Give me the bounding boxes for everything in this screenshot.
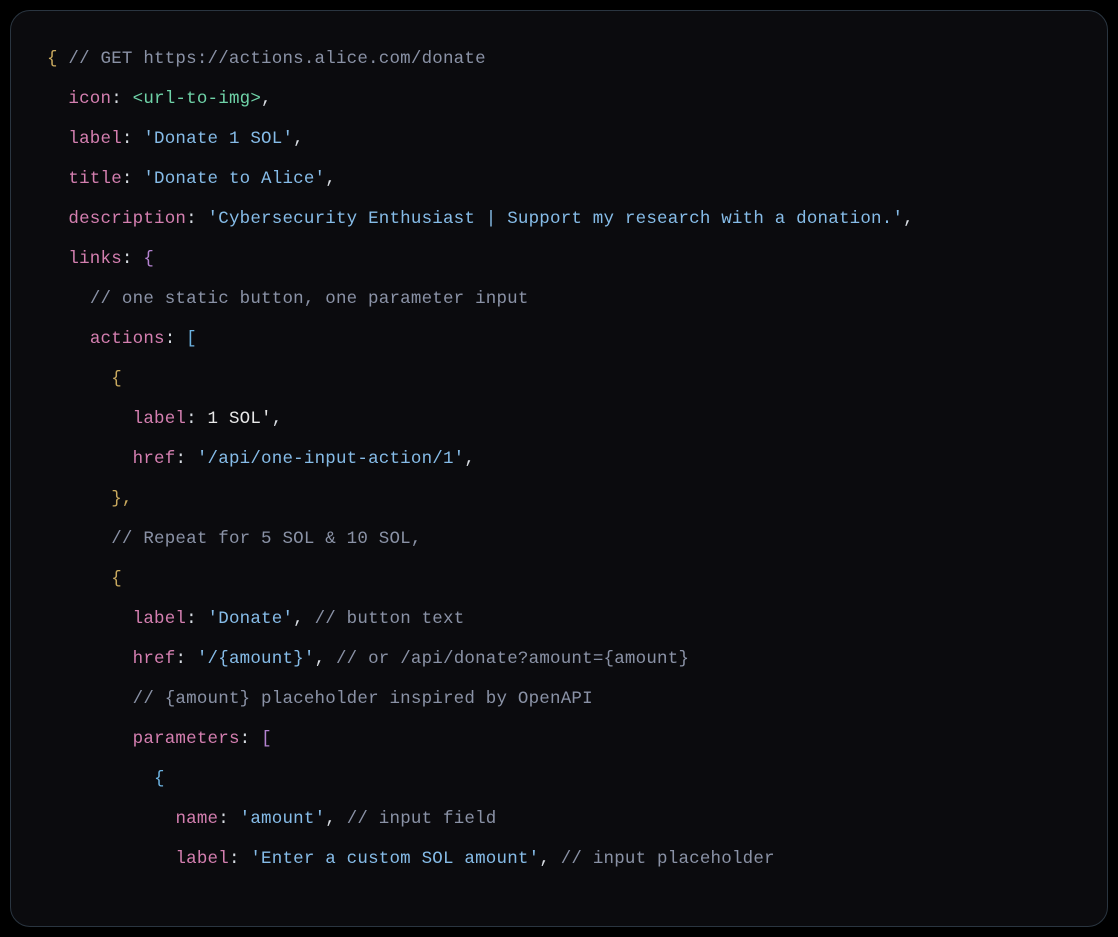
code-line-action1-open: { xyxy=(47,359,1071,399)
val-a2-label: 'Donate' xyxy=(208,609,294,629)
code-line-action1-href: href: '/api/one-input-action/1', xyxy=(47,439,1071,479)
val-a1-label: 1 SOL' xyxy=(208,409,272,429)
code-line-links-comment: // one static button, one parameter inpu… xyxy=(47,279,1071,319)
val-label: 'Donate 1 SOL' xyxy=(143,129,293,149)
action1-close-brace: }, xyxy=(111,489,132,509)
code-block: { // GET https://actions.alice.com/donat… xyxy=(10,10,1108,927)
key-a1-label: label xyxy=(133,409,187,429)
key-parameters: parameters xyxy=(133,729,240,749)
code-line-links: links: { xyxy=(47,239,1071,279)
val-icon: <url-to-img> xyxy=(133,89,261,109)
comment-static-button: // one static button, one parameter inpu… xyxy=(90,289,529,309)
comment-input-placeholder: // input placeholder xyxy=(561,849,775,869)
val-a1-href: '/api/one-input-action/1' xyxy=(197,449,465,469)
code-line-icon: icon: <url-to-img>, xyxy=(47,79,1071,119)
val-title: 'Donate to Alice' xyxy=(143,169,325,189)
key-p-label: label xyxy=(175,849,229,869)
key-title: title xyxy=(68,169,122,189)
key-a1-href: href xyxy=(133,449,176,469)
code-line-actions: actions: [ xyxy=(47,319,1071,359)
key-actions: actions xyxy=(90,329,165,349)
comment-input-field: // input field xyxy=(347,809,497,829)
code-line-param-open: { xyxy=(47,759,1071,799)
val-p-name: 'amount' xyxy=(240,809,326,829)
key-description: description xyxy=(68,209,186,229)
code-line-label: label: 'Donate 1 SOL', xyxy=(47,119,1071,159)
comment-button-text: // button text xyxy=(315,609,465,629)
code-line-action2-label: label: 'Donate', // button text xyxy=(47,599,1071,639)
key-a2-label: label xyxy=(133,609,187,629)
code-line-placeholder-comment: // {amount} placeholder inspired by Open… xyxy=(47,679,1071,719)
links-open-brace: { xyxy=(143,249,154,269)
code-line-action2-open: { xyxy=(47,559,1071,599)
code-line-action1-close: }, xyxy=(47,479,1071,519)
key-a2-href: href xyxy=(133,649,176,669)
comment-href-alt: // or /api/donate?amount={amount} xyxy=(336,649,689,669)
val-a2-href: '/{amount}' xyxy=(197,649,315,669)
action2-open-brace: { xyxy=(111,569,122,589)
code-line-1: { // GET https://actions.alice.com/donat… xyxy=(47,39,1071,79)
code-line-param-name: name: 'amount', // input field xyxy=(47,799,1071,839)
actions-open-bracket: [ xyxy=(186,329,197,349)
action1-open-brace: { xyxy=(111,369,122,389)
open-brace: { xyxy=(47,49,68,69)
key-links: links xyxy=(68,249,122,269)
code-line-description: description: 'Cybersecurity Enthusiast |… xyxy=(47,199,1071,239)
code-line-param-label: label: 'Enter a custom SOL amount', // i… xyxy=(47,839,1071,879)
code-line-title: title: 'Donate to Alice', xyxy=(47,159,1071,199)
code-line-action2-href: href: '/{amount}', // or /api/donate?amo… xyxy=(47,639,1071,679)
code-line-action1-label: label: 1 SOL', xyxy=(47,399,1071,439)
comment-repeat: // Repeat for 5 SOL & 10 SOL, xyxy=(111,529,421,549)
key-label: label xyxy=(68,129,122,149)
val-p-label: 'Enter a custom SOL amount' xyxy=(250,849,539,869)
code-line-repeat-comment: // Repeat for 5 SOL & 10 SOL, xyxy=(47,519,1071,559)
params-open-bracket: [ xyxy=(261,729,272,749)
key-icon: icon xyxy=(68,89,111,109)
code-line-parameters: parameters: [ xyxy=(47,719,1071,759)
key-p-name: name xyxy=(175,809,218,829)
comment-openapi: // {amount} placeholder inspired by Open… xyxy=(133,689,593,709)
val-description: 'Cybersecurity Enthusiast | Support my r… xyxy=(208,209,904,229)
param-open-brace: { xyxy=(154,769,165,789)
comment-url: // GET https://actions.alice.com/donate xyxy=(68,49,485,69)
